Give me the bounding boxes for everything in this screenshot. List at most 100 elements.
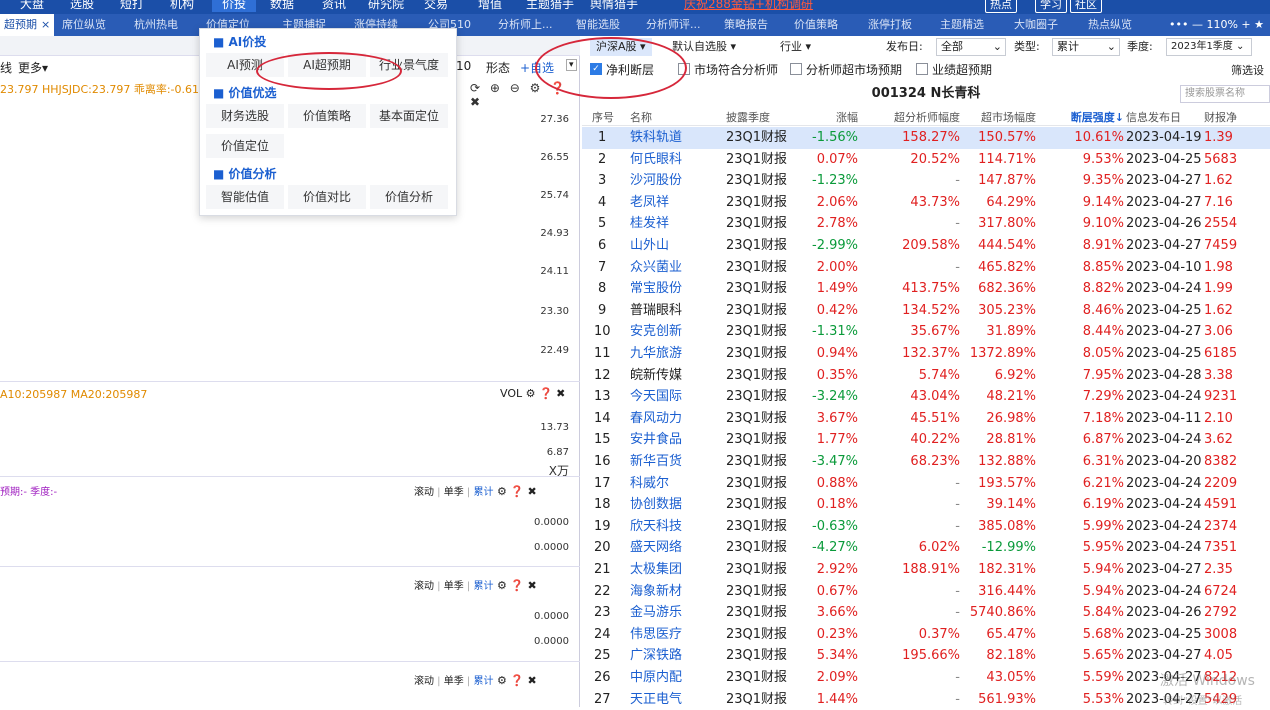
top-menu-4[interactable]: 价投 bbox=[212, 0, 257, 12]
scroll-tab[interactable]: 滚动 bbox=[414, 676, 434, 687]
tab-1[interactable]: 席位纵览 bbox=[62, 14, 106, 36]
table-row[interactable]: 4 老凤祥 23Q1财报 2.06% 43.73% 64.29% 9.14% 2023-04-… bbox=[582, 192, 1270, 214]
group-dropdown[interactable]: 默认自选股 ▾ bbox=[672, 38, 736, 56]
stock-search-input[interactable]: 搜索股票名称 bbox=[1180, 85, 1270, 103]
table-row[interactable]: 24 伟思医疗 23Q1财报 0.23% 0.37% 65.47% 5.68% 2023-04… bbox=[582, 624, 1270, 646]
checkbox-0[interactable]: ✓ bbox=[590, 63, 602, 75]
table-row[interactable]: 14 春风动力 23Q1财报 3.67% 45.51% 26.98% 7.18% 2023-0… bbox=[582, 408, 1270, 430]
table-row[interactable]: 16 新华百货 23Q1财报 -3.47% 68.23% 132.88% 6.31% 2023… bbox=[582, 451, 1270, 473]
top-button-0[interactable]: 热点 bbox=[985, 0, 1017, 13]
popup-item[interactable]: 行业景气度 bbox=[370, 53, 448, 77]
column-header-3[interactable]: 涨幅 bbox=[836, 109, 858, 125]
table-row[interactable]: 1 铁科轨道 23Q1财报 -1.56% 158.27% 150.57% 10.61% 202… bbox=[582, 127, 1270, 149]
tab-11[interactable]: 价值策略 bbox=[794, 14, 838, 36]
form-button[interactable]: 形态 bbox=[486, 59, 510, 76]
column-header-4[interactable]: 超分析师幅度 bbox=[894, 109, 960, 125]
table-row[interactable]: 22 海象新材 23Q1财报 0.67% - 316.44% 5.94% 2023-04-24… bbox=[582, 581, 1270, 603]
column-header-1[interactable]: 名称 bbox=[630, 109, 652, 125]
scroll-tab[interactable]: 单季 bbox=[444, 487, 464, 498]
top-menu-0[interactable]: 大盘 bbox=[20, 0, 44, 12]
scroll-tab[interactable]: 累计 bbox=[473, 487, 493, 498]
popup-item[interactable]: 财务选股 bbox=[206, 104, 284, 128]
tab-15[interactable]: 热点纵览 bbox=[1088, 14, 1132, 36]
season-select[interactable]: 2023年1季度 ⌄ bbox=[1166, 38, 1252, 56]
table-row[interactable]: 17 科威尔 23Q1财报 0.88% - 193.57% 6.21% 2023-04-24 2… bbox=[582, 473, 1270, 495]
market-dropdown[interactable]: 沪深A股 ▾ bbox=[590, 38, 652, 56]
table-row[interactable]: 10 安克创新 23Q1财报 -1.31% 35.67% 31.89% 8.44% 2023-… bbox=[582, 321, 1270, 343]
period-label[interactable]: 10 bbox=[456, 59, 471, 73]
popup-item[interactable]: 价值定位 bbox=[206, 134, 284, 158]
top-menu-3[interactable]: 机构 bbox=[170, 0, 194, 12]
window-controls[interactable]: ••• — 110% + ★ bbox=[1169, 14, 1264, 36]
tab-0[interactable]: 超预期 × bbox=[0, 14, 55, 36]
column-header-8[interactable]: 财报净 bbox=[1204, 109, 1237, 125]
settings-icon[interactable]: ⚙ ❓ ✖ bbox=[493, 674, 537, 687]
chevron-down-icon[interactable]: ▾ bbox=[566, 59, 577, 71]
popup-item[interactable]: 价值策略 bbox=[288, 104, 366, 128]
table-row[interactable]: 15 安井食品 23Q1财报 1.77% 40.22% 28.81% 6.87% 2023-0… bbox=[582, 429, 1270, 451]
close-icon[interactable]: × bbox=[41, 18, 50, 31]
top-button-1[interactable]: 学习 bbox=[1035, 0, 1067, 13]
top-menu-9[interactable]: 增值 bbox=[478, 0, 502, 12]
top-menu-7[interactable]: 研究院 bbox=[368, 0, 404, 12]
scroll-tab[interactable]: 滚动 bbox=[414, 581, 434, 592]
popup-item[interactable]: AI超预期 bbox=[288, 53, 366, 77]
scroll-tab[interactable]: 累计 bbox=[473, 581, 493, 592]
table-row[interactable]: 9 普瑞眼科 23Q1财报 0.42% 134.52% 305.23% 8.46% 2023-… bbox=[582, 300, 1270, 322]
top-button-2[interactable]: 社区 bbox=[1070, 0, 1102, 13]
popup-item[interactable]: 价值分析 bbox=[370, 185, 448, 209]
top-menu-5[interactable]: 数据 bbox=[270, 0, 294, 12]
top-menu-6[interactable]: 资讯 bbox=[322, 0, 346, 12]
publish-select[interactable]: 全部 ⌄ bbox=[936, 38, 1006, 56]
column-header-0[interactable]: 序号 bbox=[592, 109, 614, 125]
table-row[interactable]: 18 协创数据 23Q1财报 0.18% - 39.14% 6.19% 2023-04-24 4… bbox=[582, 494, 1270, 516]
tab-12[interactable]: 涨停打板 bbox=[868, 14, 912, 36]
popup-item[interactable]: AI预测 bbox=[206, 53, 284, 77]
column-header-5[interactable]: 超市场幅度 bbox=[981, 109, 1036, 125]
settings-icon[interactable]: ⚙ ❓ ✖ bbox=[493, 579, 537, 592]
tab-10[interactable]: 策略报告 bbox=[724, 14, 768, 36]
popup-item[interactable]: 价值对比 bbox=[288, 185, 366, 209]
top-menu-11[interactable]: 舆情猎手 bbox=[590, 0, 638, 12]
tab-7[interactable]: 分析师上... bbox=[498, 14, 553, 36]
checkbox-2[interactable] bbox=[790, 63, 802, 75]
table-row[interactable]: 13 今天国际 23Q1财报 -3.24% 43.04% 48.21% 7.29% 2023-… bbox=[582, 386, 1270, 408]
scroll-tab[interactable]: 单季 bbox=[444, 581, 464, 592]
type-select[interactable]: 累计 ⌄ bbox=[1052, 38, 1120, 56]
table-row[interactable]: 8 常宝股份 23Q1财报 1.49% 413.75% 682.36% 8.82% 2023-… bbox=[582, 278, 1270, 300]
table-row[interactable]: 3 沙河股份 23Q1财报 -1.23% - 147.87% 9.35% 2023-04-27… bbox=[582, 170, 1270, 192]
column-header-6[interactable]: 断层强度↓ bbox=[1071, 109, 1124, 125]
top-menu-10[interactable]: 主题猎手 bbox=[526, 0, 574, 12]
scroll-tab[interactable]: 滚动 bbox=[414, 487, 434, 498]
scroll-tab[interactable]: 单季 bbox=[444, 676, 464, 687]
table-row[interactable]: 21 太极集团 23Q1财报 2.92% 188.91% 182.31% 5.94% 2023… bbox=[582, 559, 1270, 581]
table-row[interactable]: 20 盛天网络 23Q1财报 -4.27% 6.02% -12.99% 5.95% 2023-… bbox=[582, 537, 1270, 559]
checkbox-3[interactable] bbox=[916, 63, 928, 75]
table-row[interactable]: 25 广深铁路 23Q1财报 5.34% 195.66% 82.18% 5.65% 2023-… bbox=[582, 645, 1270, 667]
top-menu-1[interactable]: 选股 bbox=[70, 0, 94, 12]
table-row[interactable]: 23 金马游乐 23Q1财报 3.66% -5740.86% 5.84% 2023-04-2… bbox=[582, 602, 1270, 624]
table-row[interactable]: 19 欣天科技 23Q1财报 -0.63% - 385.08% 5.99% 2023-04-2… bbox=[582, 516, 1270, 538]
column-header-2[interactable]: 披露季度 bbox=[726, 109, 770, 125]
more-button[interactable]: 更多▾ bbox=[18, 59, 48, 76]
popup-item[interactable]: 智能估值 bbox=[206, 185, 284, 209]
industry-dropdown[interactable]: 行业 ▾ bbox=[780, 38, 811, 56]
tab-13[interactable]: 主题精选 bbox=[940, 14, 984, 36]
table-row[interactable]: 6 山外山 23Q1财报 -2.99% 209.58% 444.54% 8.91% 2023-… bbox=[582, 235, 1270, 257]
popup-item[interactable]: 基本面定位 bbox=[370, 104, 448, 128]
table-row[interactable]: 12 皖新传媒 23Q1财报 0.35% 5.74% 6.92% 7.95% 2023-04-… bbox=[582, 365, 1270, 387]
tab-2[interactable]: 杭州热电 bbox=[134, 14, 178, 36]
column-header-7[interactable]: 信息发布日 bbox=[1126, 109, 1181, 125]
self-select-button[interactable]: +自选 bbox=[520, 59, 554, 76]
top-menu-8[interactable]: 交易 bbox=[424, 0, 448, 12]
table-row[interactable]: 5 桂发祥 23Q1财报 2.78% - 317.80% 9.10% 2023-04-26 25… bbox=[582, 213, 1270, 235]
chart-controls[interactable]: ⟳ ⊕ ⊖ ⚙ ❓ ✖ bbox=[470, 81, 580, 109]
top-menu-2[interactable]: 短打 bbox=[120, 0, 144, 12]
tab-14[interactable]: 大咖圈子 bbox=[1014, 14, 1058, 36]
table-row[interactable]: 2 何氏眼科 23Q1财报 0.07% 20.52% 114.71% 9.53% 2023-0… bbox=[582, 149, 1270, 171]
scroll-tab[interactable]: 累计 bbox=[473, 676, 493, 687]
top-promo-link[interactable]: 庆祝288金钻+机构调研 bbox=[684, 0, 813, 12]
tab-9[interactable]: 分析师评... bbox=[646, 14, 701, 36]
tab-8[interactable]: 智能选股 bbox=[576, 14, 620, 36]
checkbox-1[interactable] bbox=[678, 63, 690, 75]
